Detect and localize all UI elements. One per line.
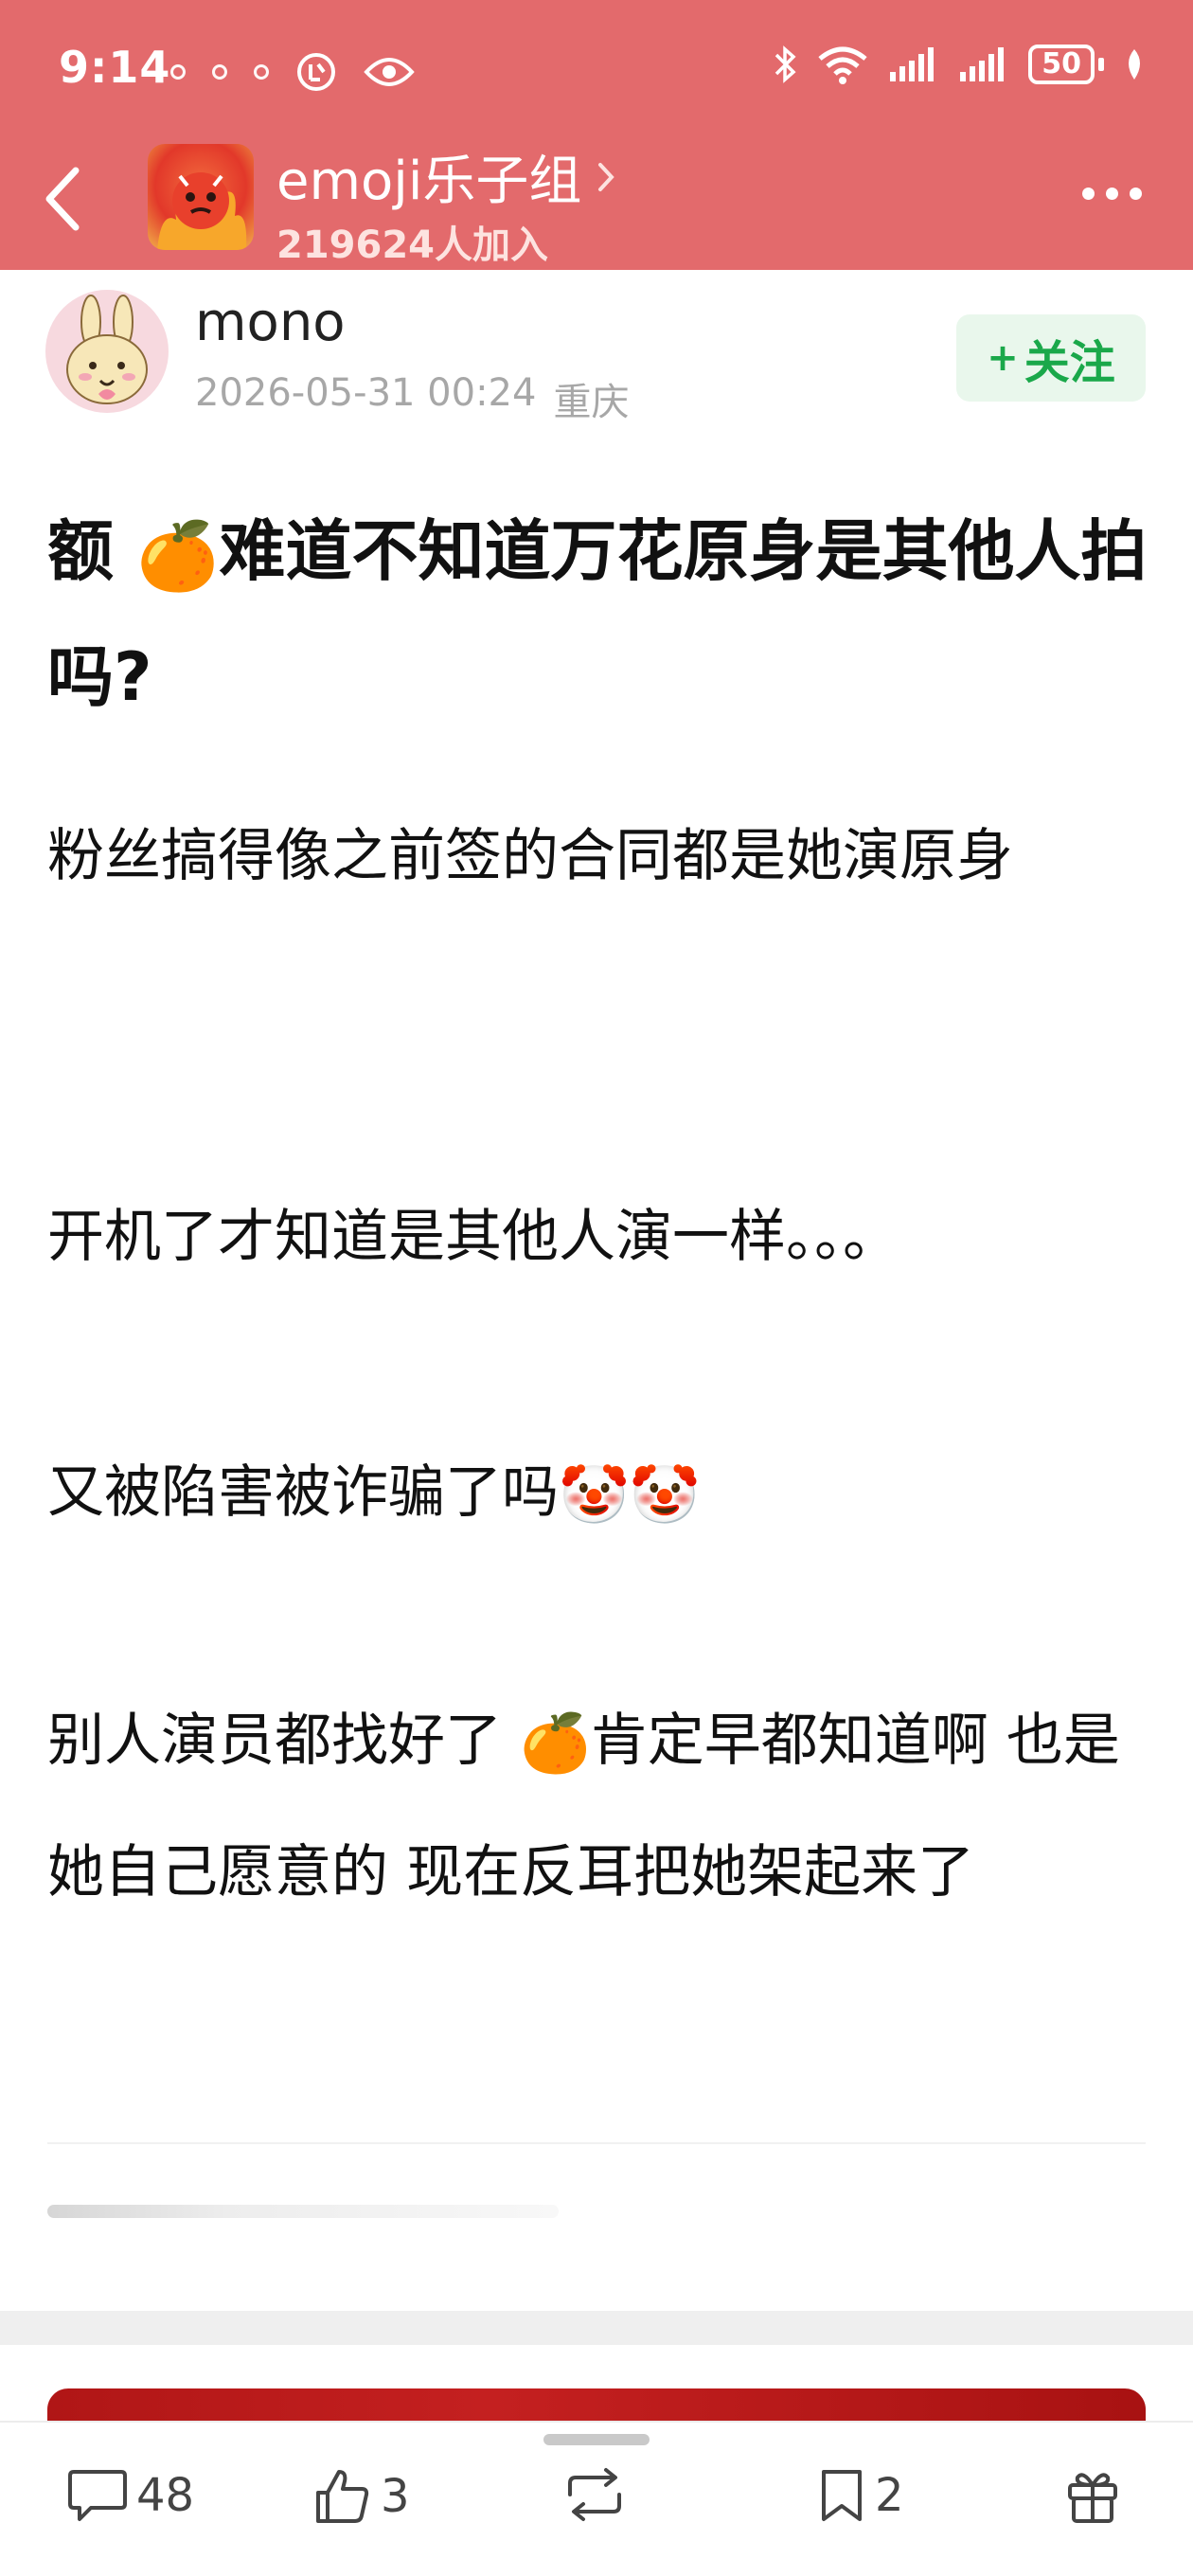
repost-button[interactable] (561, 2466, 629, 2523)
notification-icon (212, 64, 227, 80)
author-name[interactable]: mono (195, 292, 346, 353)
charging-leaf-icon (1129, 49, 1140, 80)
repost-icon (568, 2468, 621, 2521)
post-date: 2026-05-31 00:24 (195, 371, 537, 415)
post-paragraph: 开机了才知道是其他人演一样。。。 (47, 1204, 899, 1270)
tangerine-emoji: 🍊 (520, 1710, 591, 1778)
notification-icon (254, 64, 269, 80)
comment-button[interactable]: 48 (66, 2466, 194, 2525)
author-avatar[interactable] (45, 290, 169, 413)
group-member-count: 219624人加入 (276, 224, 548, 267)
data-saver-icon (297, 53, 335, 91)
group-name: emoji乐子组 (276, 151, 582, 212)
favorite-count: 2 (875, 2469, 904, 2522)
like-count: 3 (381, 2470, 410, 2523)
tangerine-emoji: 🍊 (136, 516, 220, 595)
battery-icon: 50 (1028, 45, 1104, 84)
follow-button[interactable]: + 关注 (956, 314, 1146, 402)
post-paragraph: 又被陷害被诈骗了吗🤡🤡 (47, 1428, 1155, 1560)
gift-button[interactable] (1064, 2466, 1121, 2525)
wifi-icon (818, 46, 867, 84)
post-title: 额 🍊难道不知道万花原身是其他人拍吗? (47, 491, 1155, 738)
notification-icon (170, 64, 186, 80)
fire-emoji-icon (157, 172, 247, 250)
plus-icon: + (987, 336, 1019, 380)
like-button[interactable]: 3 (312, 2466, 410, 2527)
bookmark-icon (822, 2470, 862, 2521)
loading-placeholder (47, 2205, 559, 2218)
section-divider (0, 2311, 1193, 2345)
bunny-avatar-icon (66, 295, 148, 404)
status-time: 9:14 (59, 42, 171, 93)
status-notifications (170, 51, 415, 93)
clown-emoji: 🤡🤡 (559, 1462, 701, 1530)
comment-icon (68, 2470, 127, 2521)
more-options-button[interactable] (1082, 188, 1142, 200)
signal-icon (960, 47, 1005, 81)
favorite-button[interactable]: 2 (816, 2466, 904, 2525)
post-paragraph: 别人演员都找好了 🍊肯定早都知道啊 也是她自己愿意的 现在反耳把她架起来了 (47, 1676, 1155, 1937)
app-header: 9:14 50 emoji乐子组 219624人加入 (0, 0, 1193, 270)
follow-label: 关注 (1024, 336, 1115, 389)
divider (47, 2142, 1146, 2144)
group-avatar[interactable] (148, 144, 254, 250)
back-button[interactable] (38, 161, 85, 237)
battery-level: 50 (1028, 45, 1095, 84)
thumbs-up-icon (316, 2470, 369, 2523)
gift-icon (1068, 2473, 1117, 2523)
status-right: 50 (773, 44, 1146, 85)
group-title[interactable]: emoji乐子组 (276, 138, 615, 215)
signal-icon (890, 47, 935, 81)
bluetooth-icon (775, 45, 796, 83)
chevron-right-icon (598, 162, 615, 191)
comment-count: 48 (136, 2469, 195, 2522)
post-meta: 2026-05-31 00:24 重庆 (195, 371, 629, 426)
drag-handle[interactable] (543, 2434, 650, 2445)
eye-icon (364, 58, 415, 86)
bottom-action-bar: 48 3 2 (0, 2421, 1193, 2576)
post-location: 重庆 (553, 381, 630, 424)
post-paragraph: 粉丝搞得像之前签的合同都是她演原身 (47, 823, 1013, 889)
